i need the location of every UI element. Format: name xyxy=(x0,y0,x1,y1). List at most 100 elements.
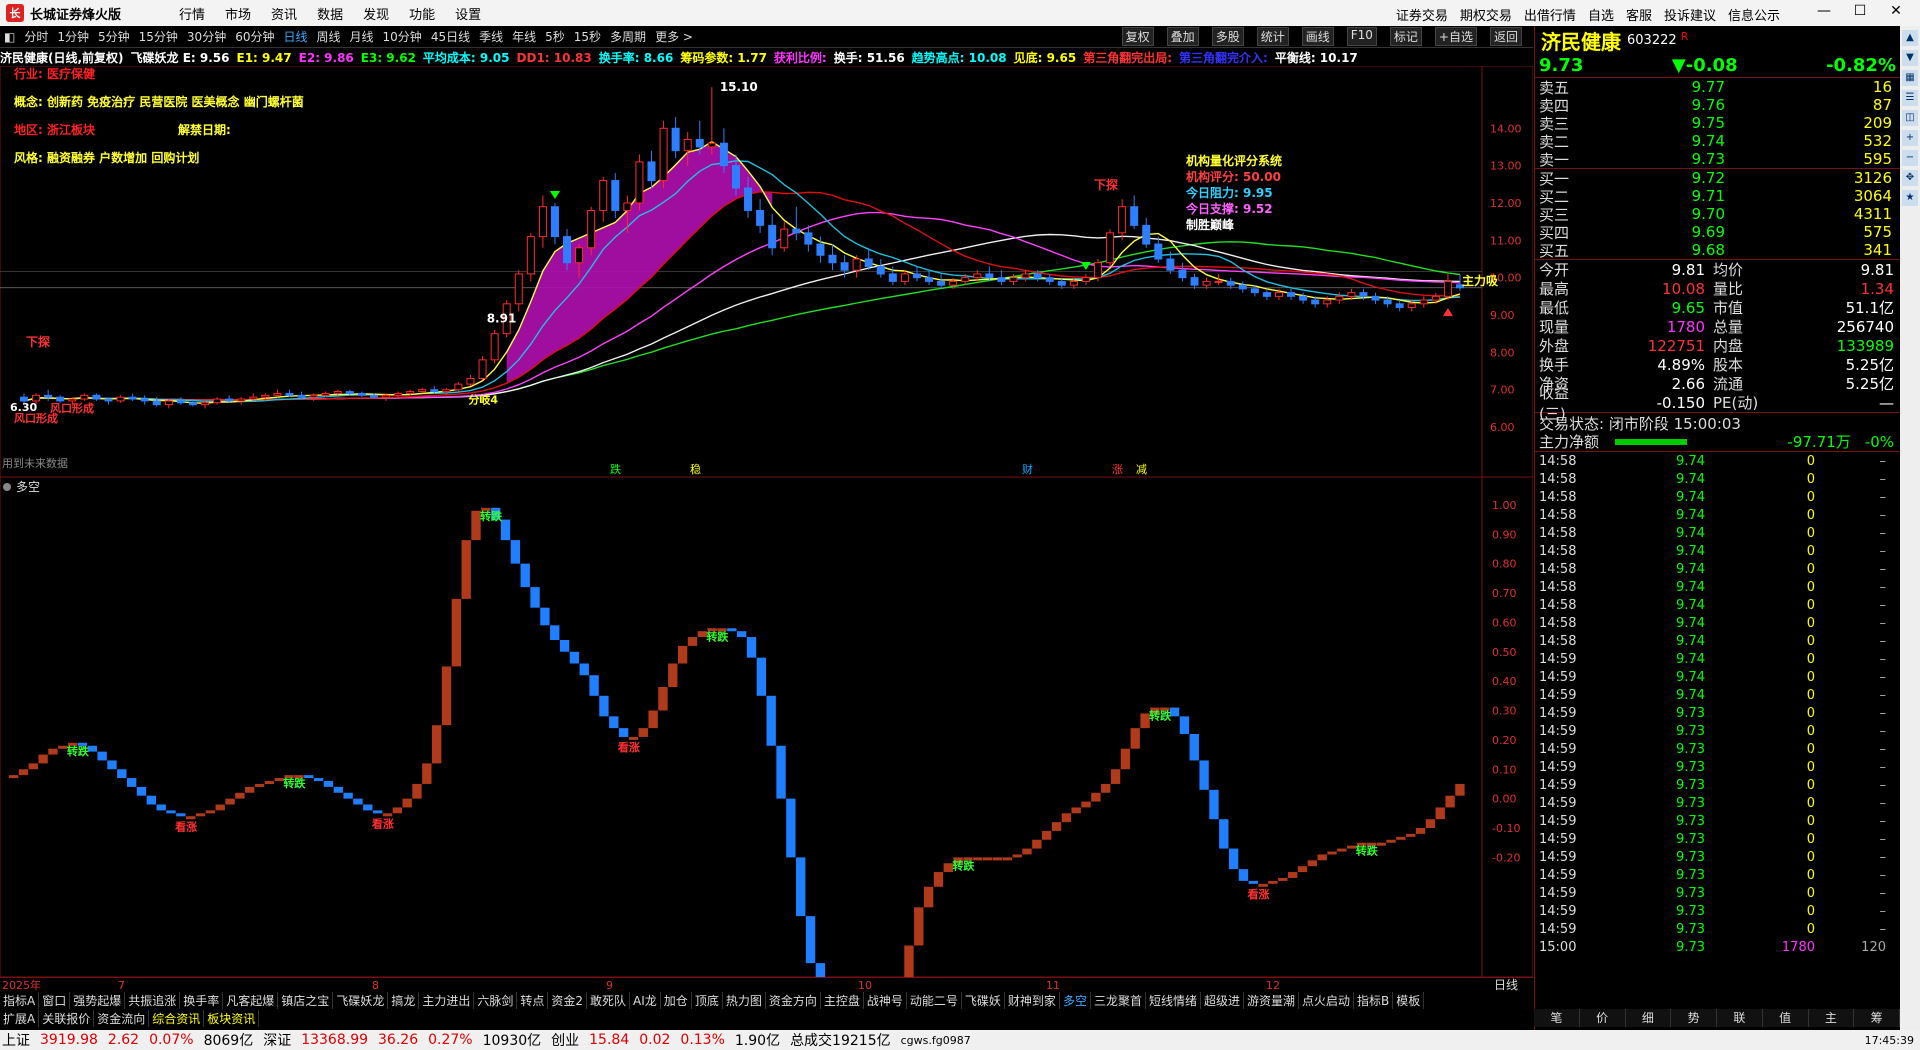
indicator-tab-13[interactable]: 敢死队 xyxy=(587,991,631,1009)
sub-chart-menu-icon[interactable] xyxy=(3,483,11,491)
down-arrow-icon[interactable]: ▼ xyxy=(1902,50,1918,66)
period-tab-10[interactable]: 45日线 xyxy=(431,28,470,45)
period-tab-2[interactable]: 5分钟 xyxy=(98,28,130,45)
menu-item-6[interactable]: 设置 xyxy=(455,8,481,23)
toolbar-button-7[interactable]: +自选 xyxy=(1434,27,1477,46)
right-menu-item-3[interactable]: 自选 xyxy=(1588,9,1614,24)
period-tab-8[interactable]: 月线 xyxy=(350,28,374,45)
period-tab-15[interactable]: 多周期 xyxy=(610,28,646,45)
indicator-tab-7[interactable]: 飞碟妖龙 xyxy=(333,991,389,1009)
indicator-tab-6[interactable]: 镇店之宝 xyxy=(278,991,334,1009)
quote-tab-3[interactable]: 势 xyxy=(1671,1009,1717,1027)
period-tab-1[interactable]: 1分钟 xyxy=(57,28,89,45)
quote-tab-4[interactable]: 联 xyxy=(1717,1009,1763,1027)
period-tab-5[interactable]: 60分钟 xyxy=(235,28,274,45)
toolbar-button-8[interactable]: 返回 xyxy=(1489,27,1522,46)
menu-item-1[interactable]: 市场 xyxy=(225,8,251,23)
indicator-tab-28[interactable]: 游资量潮 xyxy=(1244,991,1300,1009)
extension-tab-0[interactable]: 扩展A xyxy=(0,1009,40,1027)
quote-tab-6[interactable]: 主 xyxy=(1809,1009,1855,1027)
up-arrow-icon[interactable]: ▲ xyxy=(1902,30,1918,46)
period-tab-7[interactable]: 周线 xyxy=(317,28,341,45)
toolbar-button-5[interactable]: F10 xyxy=(1346,27,1377,46)
right-menu-item-6[interactable]: 信息公示 xyxy=(1728,9,1780,24)
zoom-out-icon[interactable]: − xyxy=(1902,150,1918,166)
buys-level-3[interactable]: 买三 9.70 4311 xyxy=(1535,205,1900,224)
period-tab-14[interactable]: 15秒 xyxy=(574,28,601,45)
period-tab-11[interactable]: 季线 xyxy=(479,28,503,45)
indicator-tab-16[interactable]: 顶底 xyxy=(692,991,723,1009)
main-kline-chart[interactable]: 14.0013.0012.0011.0010.009.008.007.006.0… xyxy=(0,66,1533,477)
indicator-tab-30[interactable]: 指标B xyxy=(1354,991,1394,1009)
indicator-tab-19[interactable]: 主控盘 xyxy=(821,991,864,1009)
indicator-tab-15[interactable]: 加仓 xyxy=(661,991,692,1009)
tick-list[interactable]: 14:58 9.74 0 – 14:58 9.74 0 – 14:58 9.74 0 – 14:58 9.… xyxy=(1535,452,1900,956)
period-tab-16[interactable]: 更多 > xyxy=(655,28,693,45)
quote-tab-1[interactable]: 价 xyxy=(1580,1009,1626,1027)
right-menu-item-1[interactable]: 期权交易 xyxy=(1460,9,1512,24)
toolbar-button-1[interactable]: 叠加 xyxy=(1166,27,1199,46)
buys-level-4[interactable]: 买四 9.69 575 xyxy=(1535,223,1900,242)
indicator-tab-12[interactable]: 资金2 xyxy=(548,991,588,1009)
zoom-in-icon[interactable]: + xyxy=(1902,130,1918,146)
period-tab-3[interactable]: 15分钟 xyxy=(139,28,178,45)
period-tab-0[interactable]: 分时 xyxy=(24,28,48,45)
indicator-tab-14[interactable]: AI龙 xyxy=(630,991,661,1009)
indicator-tab-3[interactable]: 共振追涨 xyxy=(125,991,181,1009)
minimize-icon[interactable]: — xyxy=(1806,3,1842,19)
indicator-tab-25[interactable]: 三龙聚首 xyxy=(1091,991,1146,1009)
quote-tab-7[interactable]: 筹 xyxy=(1854,1009,1900,1027)
right-menu-item-2[interactable]: 出借行情 xyxy=(1524,9,1576,24)
sells-level-3[interactable]: 卖三 9.75 209 xyxy=(1535,114,1900,133)
indicator-tab-31[interactable]: 模板 xyxy=(1393,991,1425,1009)
indicator-tab-8[interactable]: 搞龙 xyxy=(388,991,420,1009)
indicator-tab-10[interactable]: 六脉剑 xyxy=(474,991,518,1009)
sells-level-2[interactable]: 卖四 9.76 87 xyxy=(1535,96,1900,115)
period-tab-13[interactable]: 5秒 xyxy=(545,28,565,45)
indicator-tab-11[interactable]: 转点 xyxy=(517,991,549,1009)
extension-tab-2[interactable]: 资金流向 xyxy=(94,1009,150,1027)
indicator-tab-26[interactable]: 短线情绪 xyxy=(1146,991,1201,1009)
indicator-tab-23[interactable]: 财神到家 xyxy=(1005,991,1060,1009)
toolbar-button-2[interactable]: 多股 xyxy=(1211,27,1244,46)
extension-tab-3[interactable]: 综合资讯 xyxy=(149,1009,205,1027)
right-menu-item-5[interactable]: 投诉建议 xyxy=(1664,9,1716,24)
chart-icon[interactable]: ◫ xyxy=(1902,110,1918,126)
buys-level-5[interactable]: 买五 9.68 341 xyxy=(1535,241,1900,260)
toolbar-button-6[interactable]: 标记 xyxy=(1389,27,1422,46)
sidebar-toggle-icon[interactable]: ◧ xyxy=(4,30,15,44)
menu-item-2[interactable]: 资讯 xyxy=(271,8,297,23)
menu-item-0[interactable]: 行情 xyxy=(179,8,205,23)
indicator-tab-1[interactable]: 窗口 xyxy=(39,991,71,1009)
indicator-tab-18[interactable]: 资金方向 xyxy=(766,991,821,1009)
duokong-indicator-chart[interactable]: 多空 1.00 0.90 0.80 0.70 0.60 0.50 0.40 0.30 0.20 0.… xyxy=(0,477,1533,977)
maximize-icon[interactable]: ☐ xyxy=(1842,3,1878,19)
right-menu-item-0[interactable]: 证券交易 xyxy=(1396,9,1448,24)
indicator-tab-4[interactable]: 换手率 xyxy=(180,991,224,1009)
indicator-tab-2[interactable]: 强势起爆 xyxy=(70,991,126,1009)
period-tab-6[interactable]: 日线 xyxy=(283,28,307,45)
indicator-tab-9[interactable]: 主力进出 xyxy=(419,991,475,1009)
buys-level-2[interactable]: 买二 9.71 3064 xyxy=(1535,187,1900,206)
toolbar-button-3[interactable]: 统计 xyxy=(1256,27,1289,46)
period-tab-4[interactable]: 30分钟 xyxy=(187,28,226,45)
quote-tab-2[interactable]: 细 xyxy=(1626,1009,1672,1027)
extension-tab-1[interactable]: 关联报价 xyxy=(39,1009,95,1027)
menu-item-3[interactable]: 数据 xyxy=(317,8,343,23)
indicator-tab-24[interactable]: 多空 xyxy=(1060,991,1091,1009)
close-icon[interactable]: ✕ xyxy=(1878,3,1914,19)
right-menu-item-4[interactable]: 客服 xyxy=(1626,9,1652,24)
move-icon[interactable]: ✥ xyxy=(1902,170,1918,186)
sells-level-4[interactable]: 卖二 9.74 532 xyxy=(1535,132,1900,151)
period-tab-12[interactable]: 年线 xyxy=(512,28,536,45)
extension-tab-4[interactable]: 板块资讯 xyxy=(204,1009,260,1027)
indicator-tab-27[interactable]: 超级进 xyxy=(1201,991,1244,1009)
list-icon[interactable]: ☰ xyxy=(1902,90,1918,106)
buys-level-1[interactable]: 买一 9.72 3126 xyxy=(1535,169,1900,188)
indicator-tab-22[interactable]: 飞碟妖 xyxy=(962,991,1005,1009)
quote-tab-0[interactable]: 笔 xyxy=(1534,1009,1580,1027)
indicator-tab-29[interactable]: 点火启动 xyxy=(1299,991,1355,1009)
toolbar-button-0[interactable]: 复权 xyxy=(1121,27,1154,46)
menu-item-5[interactable]: 功能 xyxy=(409,8,435,23)
sells-level-5[interactable]: 卖一 9.73 595 xyxy=(1535,150,1900,169)
